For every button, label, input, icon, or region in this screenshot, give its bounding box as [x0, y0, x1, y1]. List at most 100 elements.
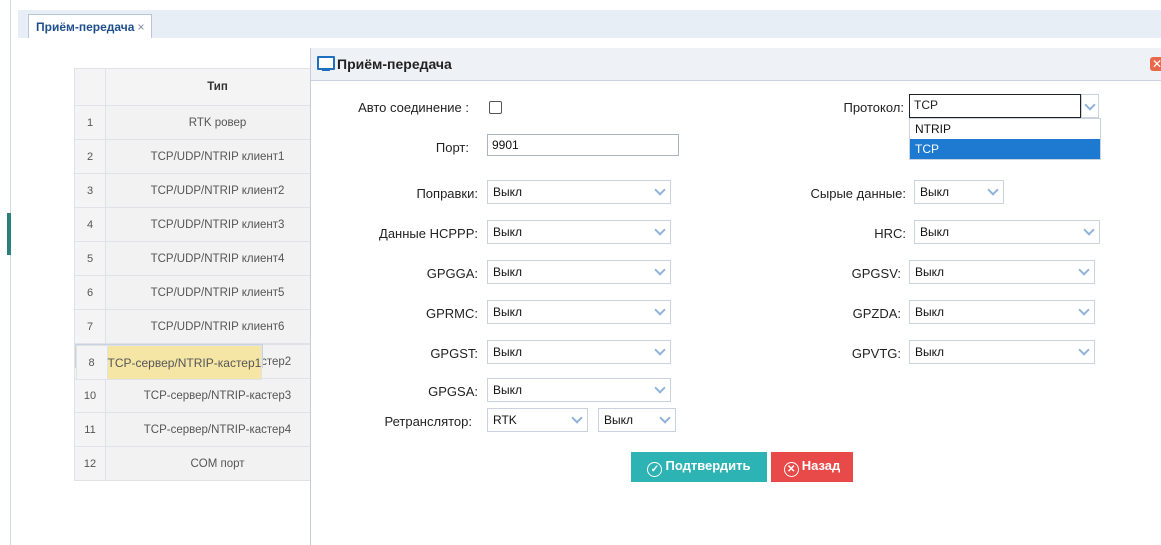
- protocol-option-ntrip[interactable]: NTRIP: [910, 119, 1100, 139]
- setting-select[interactable]: Выкл: [487, 378, 671, 402]
- setting-select[interactable]: Выкл: [914, 220, 1100, 244]
- table-row[interactable]: 7 TCP/UDP/NTRIP клиент6: [74, 309, 330, 344]
- row-type[interactable]: TCP-сервер/NTRIP-кастер4: [105, 412, 330, 447]
- repeater-state-select[interactable]: Выкл: [598, 408, 676, 432]
- chevron-down-icon: [1085, 98, 1095, 112]
- setting-select[interactable]: Выкл: [487, 340, 671, 364]
- table-row[interactable]: 12 COM порт: [74, 446, 330, 481]
- setting-value: Выкл: [493, 185, 523, 199]
- setting-label: GPGSV:: [851, 266, 901, 281]
- setting-value: Выкл: [493, 383, 523, 397]
- type-grid: Тип 1 RTK ровер 2 TCP/UDP/NTRIP клиент1 3 TCP…: [74, 68, 330, 481]
- table-row[interactable]: 8 TCP-сервер/NTRIP-кастер1: [74, 344, 264, 380]
- chevron-down-icon: [655, 223, 665, 237]
- repeater-mode-select[interactable]: RTK: [487, 408, 588, 432]
- row-number: 12: [74, 446, 106, 481]
- repeater-state-value: Выкл: [604, 413, 634, 427]
- setting-value: Выкл: [493, 345, 523, 359]
- auto-connect-label: Авто соединение :: [358, 100, 469, 115]
- table-row[interactable]: 11 TCP-сервер/NTRIP-кастер4: [74, 412, 330, 447]
- row-type[interactable]: RTK ровер: [105, 105, 330, 140]
- setting-select[interactable]: Выкл: [487, 260, 671, 284]
- protocol-option-tcp[interactable]: TCP: [910, 139, 1100, 159]
- x-circle-icon: ✕: [783, 461, 799, 477]
- setting-select[interactable]: Выкл: [487, 300, 671, 324]
- row-type[interactable]: TCP-сервер/NTRIP-кастер3: [105, 378, 330, 413]
- setting-value: Выкл: [920, 225, 950, 239]
- chevron-down-icon: [1079, 343, 1089, 357]
- row-number: 3: [74, 173, 106, 208]
- back-button[interactable]: ✕ Назад: [771, 452, 853, 482]
- row-number: 6: [74, 275, 106, 310]
- setting-label: GPGST:: [430, 346, 478, 361]
- protocol-select[interactable]: TCP: [909, 94, 1101, 118]
- setting-select[interactable]: Выкл: [909, 260, 1095, 284]
- setting-label: HRC:: [874, 226, 906, 241]
- dialog-close-icon[interactable]: ✕: [1150, 57, 1161, 71]
- table-row[interactable]: 3 TCP/UDP/NTRIP клиент2: [74, 173, 330, 208]
- row-type[interactable]: TCP/UDP/NTRIP клиент4: [105, 241, 330, 276]
- dialog-title: Приём-передача: [317, 56, 452, 72]
- row-type[interactable]: TCP/UDP/NTRIP клиент1: [105, 139, 330, 174]
- grid-body: 1 RTK ровер 2 TCP/UDP/NTRIP клиент1 3 TCP/UDP…: [74, 105, 330, 481]
- row-type[interactable]: TCP/UDP/NTRIP клиент2: [105, 173, 330, 208]
- setting-label: GPGGA:: [426, 266, 478, 281]
- protocol-label: Протокол:: [843, 100, 904, 115]
- tab-label: Приём-передача: [36, 20, 135, 34]
- protocol-value[interactable]: TCP: [909, 94, 1081, 118]
- row-number: 2: [74, 139, 106, 174]
- protocol-dropdown-list: NTRIP TCP: [909, 118, 1101, 160]
- chevron-down-icon: [572, 411, 582, 425]
- dialog-header: Приём-передача ✕: [311, 48, 1161, 81]
- row-number: 1: [74, 105, 106, 140]
- port-label: Порт:: [435, 140, 469, 155]
- table-row[interactable]: 5 TCP/UDP/NTRIP клиент4: [74, 241, 330, 276]
- grid-header-row: Тип: [74, 68, 330, 106]
- setting-label: GPRMC:: [426, 306, 478, 321]
- setting-select[interactable]: Выкл: [487, 180, 671, 204]
- setting-select[interactable]: Выкл: [909, 340, 1095, 364]
- table-row[interactable]: 2 TCP/UDP/NTRIP клиент1: [74, 139, 330, 174]
- setting-select[interactable]: Выкл: [487, 220, 671, 244]
- table-row[interactable]: 4 TCP/UDP/NTRIP клиент3: [74, 207, 330, 242]
- row-number: 11: [74, 412, 106, 447]
- row-number: 5: [74, 241, 106, 276]
- port-input[interactable]: [487, 134, 679, 156]
- confirm-button[interactable]: ✓ Подтвердить: [631, 452, 767, 482]
- row-type[interactable]: TCP/UDP/NTRIP клиент5: [105, 275, 330, 310]
- row-number: 4: [74, 207, 106, 242]
- setting-label: Данные HCPPP:: [379, 226, 478, 241]
- setting-value: Выкл: [493, 305, 523, 319]
- check-circle-icon: ✓: [647, 461, 663, 477]
- grid-header-type[interactable]: Тип: [105, 68, 330, 106]
- chevron-down-icon: [655, 381, 665, 395]
- chevron-down-icon: [1079, 303, 1089, 317]
- row-number: 10: [74, 378, 106, 413]
- table-row[interactable]: 6 TCP/UDP/NTRIP клиент5: [74, 275, 330, 310]
- setting-value: Выкл: [493, 225, 523, 239]
- row-type[interactable]: TCP/UDP/NTRIP клиент6: [105, 309, 330, 344]
- chevron-down-icon: [1084, 223, 1094, 237]
- left-nav-strip: [0, 0, 11, 545]
- row-number: 7: [74, 309, 106, 344]
- grid-header-num: [74, 68, 106, 106]
- row-type[interactable]: TCP-сервер/NTRIP-кастер1: [106, 345, 263, 380]
- setting-select[interactable]: Выкл: [909, 300, 1095, 324]
- chevron-down-icon: [1079, 263, 1089, 277]
- chevron-down-icon: [660, 411, 670, 425]
- protocol-dropdown-button[interactable]: [1081, 94, 1099, 118]
- table-row[interactable]: 1 RTK ровер: [74, 105, 330, 140]
- setting-value: Выкл: [920, 185, 950, 199]
- row-type[interactable]: TCP/UDP/NTRIP клиент3: [105, 207, 330, 242]
- tab-transfer[interactable]: Приём-передача ×: [28, 14, 153, 38]
- close-tab-icon[interactable]: ×: [137, 20, 144, 34]
- repeater-label: Ретранслятор:: [384, 414, 473, 429]
- auto-connect-checkbox[interactable]: [489, 101, 502, 114]
- table-row[interactable]: 10 TCP-сервер/NTRIP-кастер3: [74, 378, 330, 413]
- setting-label: GPGSA:: [428, 384, 478, 399]
- setting-value: Выкл: [493, 265, 523, 279]
- chevron-down-icon: [655, 263, 665, 277]
- setting-label: Сырые данные:: [810, 186, 906, 201]
- row-type[interactable]: COM порт: [105, 446, 330, 481]
- setting-select[interactable]: Выкл: [914, 180, 1004, 204]
